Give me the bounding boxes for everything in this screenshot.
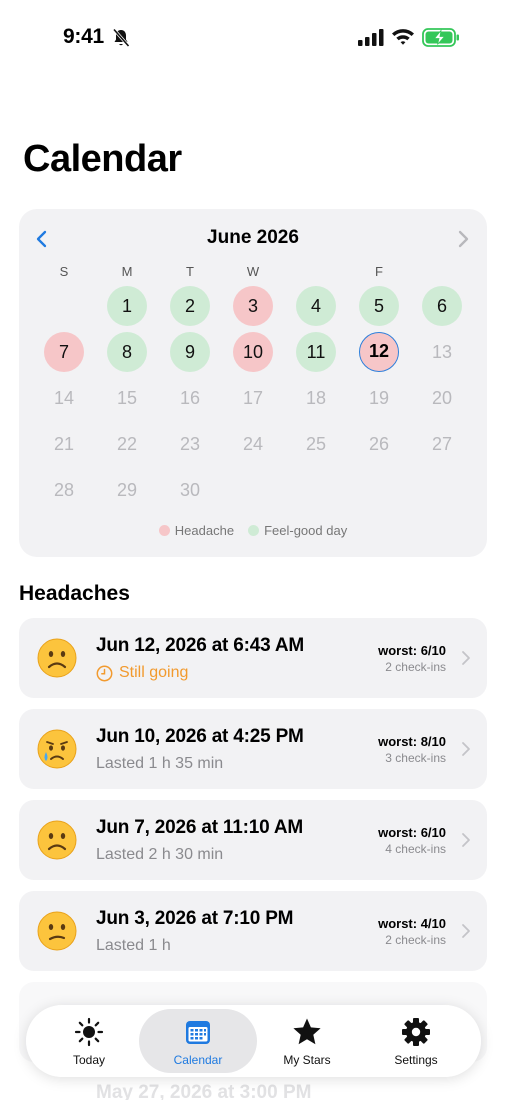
chevron-right-icon bbox=[462, 833, 470, 847]
legend-feel-good-dot bbox=[248, 525, 260, 536]
month-label: June 2026 bbox=[207, 227, 299, 248]
calendar-icon bbox=[186, 1021, 210, 1044]
headache-entry[interactable]: Jun 7, 2026 at 11:10 AM Lasted 2 h 30 mi… bbox=[19, 800, 487, 880]
entry-subtitle: Still going bbox=[119, 664, 189, 681]
chevron-right-icon bbox=[462, 742, 470, 756]
worst-score: worst: 6/10 bbox=[378, 643, 446, 658]
confused-face-icon bbox=[37, 911, 77, 951]
tab-today-label: Today bbox=[72, 1053, 106, 1067]
chevron-right-icon bbox=[462, 924, 470, 938]
calendar-day[interactable]: 21 bbox=[44, 424, 84, 464]
calendar-card: June 2026 SMTWF 1 2 3 4 5 6 7 8 9 10 11 12 13 14 15 16 1… bbox=[19, 209, 487, 557]
calendar-day[interactable]: 22 bbox=[107, 424, 147, 464]
tab-today[interactable]: Today bbox=[30, 1009, 148, 1073]
calendar-day[interactable]: 28 bbox=[44, 470, 84, 510]
frowning-face-icon bbox=[37, 638, 77, 678]
calendar-day[interactable]: 24 bbox=[233, 424, 273, 464]
entry-title: Jun 10, 2026 at 4:25 PM bbox=[96, 726, 304, 747]
clock-icon bbox=[96, 665, 113, 681]
crying-face-icon bbox=[37, 729, 77, 769]
entry-title: Jun 3, 2026 at 7:10 PM bbox=[96, 908, 294, 929]
calendar-day[interactable]: 19 bbox=[359, 378, 399, 418]
calendar-day[interactable]: 3 bbox=[233, 286, 273, 326]
star-icon bbox=[293, 1018, 321, 1045]
next-month-button[interactable] bbox=[452, 227, 474, 251]
worst-score: worst: 6/10 bbox=[378, 825, 446, 840]
entry-subtitle: Lasted 2 h 30 min bbox=[96, 846, 224, 863]
calendar-day[interactable]: 16 bbox=[170, 378, 210, 418]
calendar-day[interactable]: 27 bbox=[422, 424, 462, 464]
entry-subtitle: Lasted 1 h bbox=[96, 937, 171, 954]
legend-feel-good: Feel-good day bbox=[248, 523, 347, 538]
legend-headache: Headache bbox=[158, 523, 235, 538]
calendar-day[interactable]: 7 bbox=[44, 332, 84, 372]
calendar-day[interactable]: 25 bbox=[296, 424, 336, 464]
calendar-day[interactable]: 1 bbox=[107, 286, 147, 326]
headache-entry[interactable]: Jun 10, 2026 at 4:25 PM Lasted 1 h 35 mi… bbox=[19, 709, 487, 789]
calendar-day[interactable]: 20 bbox=[422, 378, 462, 418]
calendar-day[interactable]: 15 bbox=[107, 378, 147, 418]
weekday-label: S bbox=[59, 264, 69, 279]
frowning-face-icon bbox=[37, 820, 77, 860]
weekday-label: F bbox=[375, 264, 383, 279]
legend-headache-dot bbox=[158, 525, 170, 536]
section-title: Headaches bbox=[19, 582, 130, 605]
worst-score: worst: 8/10 bbox=[378, 734, 446, 749]
calendar-day[interactable]: 8 bbox=[107, 332, 147, 372]
calendar-day[interactable]: 30 bbox=[170, 470, 210, 510]
tab-bar: Today Calendar My Stars Settings bbox=[26, 1005, 481, 1077]
entry-subtitle: Lasted 1 h 35 min bbox=[96, 755, 224, 772]
sun-icon bbox=[74, 1017, 104, 1047]
entry-title: Jun 12, 2026 at 6:43 AM bbox=[96, 635, 305, 656]
page-title: Calendar bbox=[23, 138, 182, 180]
wifi-icon bbox=[392, 29, 414, 45]
calendar-day[interactable]: 4 bbox=[296, 286, 336, 326]
entry-status: Still going bbox=[96, 664, 188, 682]
checkin-count: 4 check-ins bbox=[385, 842, 446, 856]
weekday-label: T bbox=[186, 264, 194, 279]
weekday-label: M bbox=[121, 264, 133, 279]
calendar-day[interactable]: 23 bbox=[170, 424, 210, 464]
calendar-day[interactable]: 13 bbox=[422, 332, 462, 372]
calendar-day-today[interactable]: 12 bbox=[359, 332, 399, 372]
weekday-label: W bbox=[246, 264, 260, 279]
tab-settings[interactable]: Settings bbox=[357, 1009, 475, 1073]
calendar-day[interactable]: 18 bbox=[296, 378, 336, 418]
checkin-count: 2 check-ins bbox=[385, 933, 446, 947]
battery-charging-icon bbox=[422, 28, 459, 47]
calendar-day[interactable]: 14 bbox=[44, 378, 84, 418]
worst-score: worst: 4/10 bbox=[378, 916, 446, 931]
tab-calendar[interactable]: Calendar bbox=[139, 1009, 257, 1073]
headache-entry[interactable]: Jun 3, 2026 at 7:10 PM Lasted 1 h worst:… bbox=[19, 891, 487, 971]
chevron-right-icon bbox=[462, 651, 470, 665]
calendar-day[interactable]: 5 bbox=[359, 286, 399, 326]
calendar-day[interactable]: 17 bbox=[233, 378, 273, 418]
calendar-day[interactable]: 9 bbox=[170, 332, 210, 372]
status-time: 9:41 bbox=[63, 25, 104, 48]
calendar-legend: Headache Feel-good day bbox=[19, 523, 487, 538]
status-bar: 9:41 bbox=[0, 0, 506, 76]
legend-headache-label: Headache bbox=[174, 523, 235, 538]
faded-entry-title: May 27, 2026 at 3:00 PM bbox=[96, 1082, 312, 1100]
checkin-count: 3 check-ins bbox=[385, 751, 446, 765]
tab-my-stars[interactable]: My Stars bbox=[248, 1009, 366, 1073]
tab-settings-label: Settings bbox=[394, 1053, 438, 1067]
headache-entry[interactable]: Jun 12, 2026 at 6:43 AM Still going wors… bbox=[19, 618, 487, 698]
tab-calendar-label: Calendar bbox=[173, 1053, 223, 1067]
calendar-day[interactable]: 10 bbox=[233, 332, 273, 372]
entry-title: Jun 7, 2026 at 11:10 AM bbox=[96, 817, 303, 838]
legend-feel-good-label: Feel-good day bbox=[264, 523, 348, 538]
calendar-day[interactable]: 6 bbox=[422, 286, 462, 326]
calendar-day[interactable]: 2 bbox=[170, 286, 210, 326]
calendar-day[interactable]: 26 bbox=[359, 424, 399, 464]
tab-my-stars-label: My Stars bbox=[283, 1053, 331, 1067]
gear-icon bbox=[402, 1018, 430, 1046]
checkin-count: 2 check-ins bbox=[385, 660, 446, 674]
cellular-signal-icon bbox=[358, 29, 384, 46]
bell-slash-icon bbox=[112, 28, 130, 47]
calendar-day[interactable]: 29 bbox=[107, 470, 147, 510]
calendar-day[interactable]: 11 bbox=[296, 332, 336, 372]
